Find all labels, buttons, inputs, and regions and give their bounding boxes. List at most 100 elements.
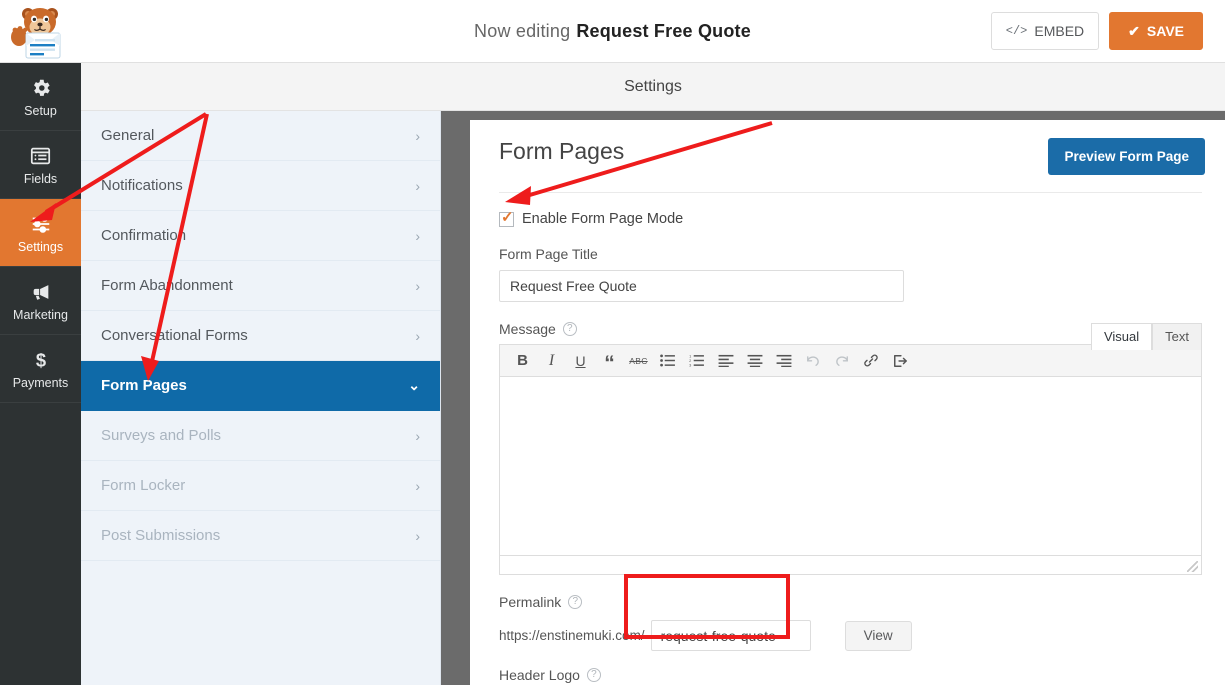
resize-handle-icon[interactable] <box>1187 561 1198 572</box>
builder-sidebar-rail: Setup Fields <box>0 63 81 685</box>
sidebar-item-label: Fields <box>24 173 57 186</box>
panel-gutter-left <box>441 111 470 685</box>
chevron-down-icon: ⌄ <box>408 377 420 394</box>
nav-item-label: Post Submissions <box>101 527 220 544</box>
question-mark-icon[interactable]: ? <box>587 668 601 682</box>
permalink-row: https://enstinemuki.com/ View <box>499 620 1205 651</box>
divider <box>499 192 1202 193</box>
embed-button-label: EMBED <box>1034 23 1084 39</box>
settings-nav-form-locker[interactable]: Form Locker › <box>81 461 440 511</box>
gear-icon <box>30 75 52 101</box>
nav-item-label: Confirmation <box>101 227 186 244</box>
svg-text:$: $ <box>35 350 45 371</box>
top-bar-actions: </> EMBED ✔ SAVE <box>991 12 1203 50</box>
sidebar-item-label: Setup <box>24 105 57 118</box>
top-bar: Now editing Request Free Quote </> EMBED… <box>0 0 1225 63</box>
sidebar-item-fields[interactable]: Fields <box>0 131 81 199</box>
strikethrough-icon[interactable]: ABC <box>624 346 653 375</box>
redo-icon[interactable] <box>827 346 856 375</box>
wpforms-form-builder: Now editing Request Free Quote </> EMBED… <box>0 0 1225 685</box>
sidebar-item-label: Marketing <box>13 309 68 322</box>
code-icon: </> <box>1006 24 1028 38</box>
form-name: Request Free Quote <box>576 21 751 42</box>
permalink-slug-input[interactable] <box>651 620 811 651</box>
read-more-icon[interactable] <box>885 346 914 375</box>
chevron-right-icon: › <box>415 178 420 194</box>
header-logo-label: Header Logo ? <box>499 667 1205 683</box>
form-page-title-input[interactable] <box>499 270 904 302</box>
list-box-icon <box>29 143 52 169</box>
numbered-list-icon[interactable]: 1 2 3 <box>682 346 711 375</box>
preview-form-page-button[interactable]: Preview Form Page <box>1048 138 1205 175</box>
field-label-text: Permalink <box>499 594 561 610</box>
settings-nav-notifications[interactable]: Notifications › <box>81 161 440 211</box>
chevron-right-icon: › <box>415 128 420 144</box>
blockquote-icon[interactable]: “ <box>595 346 624 375</box>
field-label-text: Message <box>499 321 556 337</box>
enable-form-page-mode-checkbox[interactable]: ✓ <box>499 212 514 227</box>
align-right-icon[interactable] <box>769 346 798 375</box>
question-mark-icon[interactable]: ? <box>563 322 577 336</box>
nav-item-label: Notifications <box>101 177 183 194</box>
dollar-icon: $ <box>31 347 51 373</box>
editing-prefix: Now editing <box>474 21 570 42</box>
sidebar-item-marketing[interactable]: Marketing <box>0 267 81 335</box>
save-button-label: SAVE <box>1147 23 1184 39</box>
settings-nav-post-submissions[interactable]: Post Submissions › <box>81 511 440 561</box>
check-icon: ✔ <box>1128 23 1140 40</box>
settings-nav-surveys-and-polls[interactable]: Surveys and Polls › <box>81 411 440 461</box>
panel-header: Form Pages Preview Form Page <box>499 138 1205 175</box>
settings-nav-form-pages[interactable]: Form Pages ⌄ <box>81 361 440 411</box>
view-permalink-button[interactable]: View <box>845 621 912 651</box>
megaphone-icon <box>29 279 53 305</box>
bold-icon[interactable]: B <box>508 346 537 375</box>
chevron-right-icon: › <box>415 428 420 444</box>
field-label-text: Header Logo <box>499 667 580 683</box>
message-editor: Visual Text B I U “ ABC <box>499 344 1202 575</box>
tab-text[interactable]: Text <box>1152 323 1202 350</box>
enable-form-page-mode-row: ✓ Enable Form Page Mode <box>499 211 1205 227</box>
sidebar-item-settings[interactable]: Settings <box>0 199 81 267</box>
editor-status-bar <box>499 556 1202 575</box>
settings-nav-form-abandonment[interactable]: Form Abandonment › <box>81 261 440 311</box>
chevron-right-icon: › <box>415 228 420 244</box>
panel-title: Form Pages <box>499 138 624 165</box>
sidebar-item-setup[interactable]: Setup <box>0 63 81 131</box>
question-mark-icon[interactable]: ? <box>568 595 582 609</box>
editor-mode-tabs: Visual Text <box>1091 323 1202 350</box>
align-center-icon[interactable] <box>740 346 769 375</box>
underline-icon[interactable]: U <box>566 346 595 375</box>
nav-item-label: Form Pages <box>101 377 187 394</box>
sidebar-item-label: Settings <box>18 241 63 254</box>
nav-item-label: General <box>101 127 154 144</box>
settings-section-title: Settings <box>624 78 682 96</box>
message-editor-body[interactable] <box>499 377 1202 556</box>
chevron-right-icon: › <box>415 528 420 544</box>
settings-section-header: Settings <box>81 63 1225 111</box>
chevron-right-icon: › <box>415 478 420 494</box>
nav-item-label: Form Abandonment <box>101 277 233 294</box>
link-icon[interactable] <box>856 346 885 375</box>
italic-icon[interactable]: I <box>537 346 566 375</box>
sidebar-item-payments[interactable]: $ Payments <box>0 335 81 403</box>
chevron-right-icon: › <box>415 328 420 344</box>
enable-form-page-mode-label: Enable Form Page Mode <box>522 211 683 227</box>
sidebar-item-label: Payments <box>13 377 69 390</box>
nav-item-label: Conversational Forms <box>101 327 248 344</box>
settings-nav-list: General › Notifications › Confirmation ›… <box>81 111 441 685</box>
settings-nav-general[interactable]: General › <box>81 111 440 161</box>
tab-visual[interactable]: Visual <box>1091 323 1152 350</box>
settings-nav-confirmation[interactable]: Confirmation › <box>81 211 440 261</box>
sliders-icon <box>29 211 53 237</box>
settings-nav-conversational-forms[interactable]: Conversational Forms › <box>81 311 440 361</box>
undo-icon[interactable] <box>798 346 827 375</box>
embed-button[interactable]: </> EMBED <box>991 12 1099 50</box>
nav-item-label: Form Locker <box>101 477 185 494</box>
form-page-title-label: Form Page Title <box>499 246 1205 262</box>
check-icon: ✓ <box>501 210 514 225</box>
align-left-icon[interactable] <box>711 346 740 375</box>
save-button[interactable]: ✔ SAVE <box>1109 12 1203 50</box>
svg-text:3: 3 <box>689 362 691 367</box>
panel-gutter-top <box>441 111 1225 120</box>
bullet-list-icon[interactable] <box>653 346 682 375</box>
